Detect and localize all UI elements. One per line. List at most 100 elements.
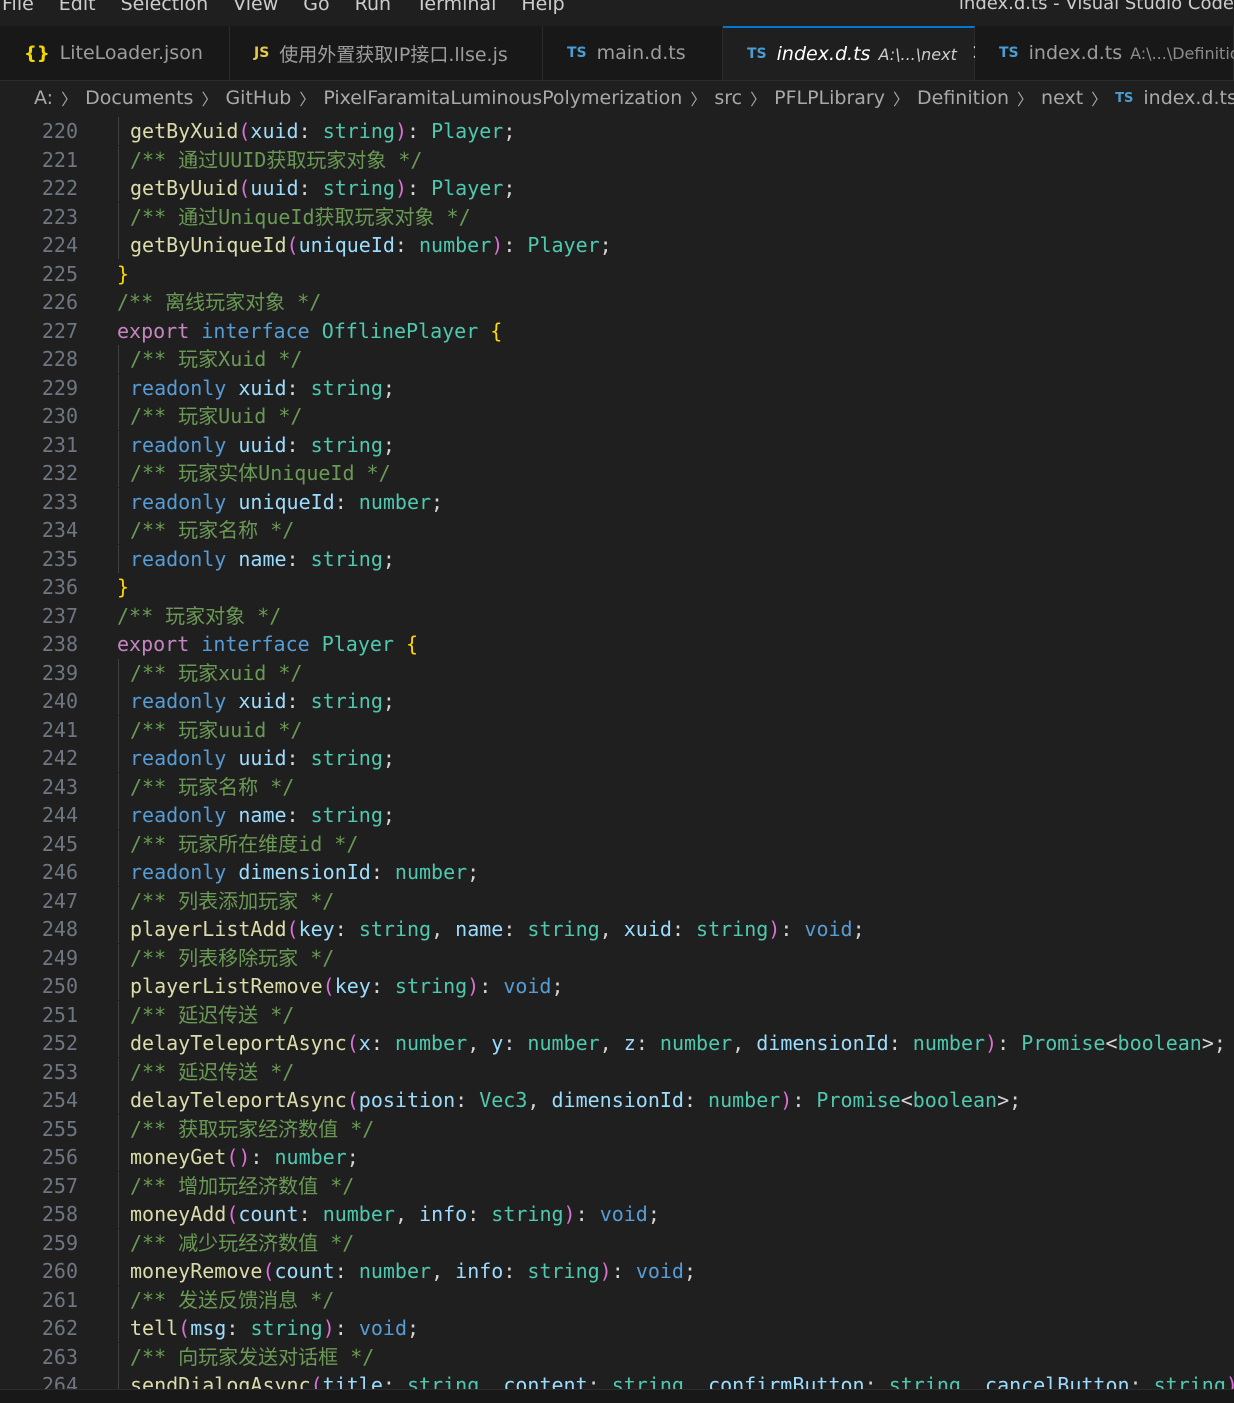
- code-token: ;: [503, 119, 516, 143]
- code-line: 240 readonly xuid: string;: [0, 687, 1234, 715]
- code-token: /** 延迟传送 */: [130, 1059, 295, 1084]
- code-token: ): [599, 1259, 612, 1283]
- code-token: ): [1226, 1373, 1234, 1389]
- tab-main-d-ts[interactable]: TS main.d.ts: [543, 26, 723, 80]
- code-token: number: [322, 1202, 395, 1226]
- chevron-right-icon: 〉: [61, 90, 78, 109]
- code-line: 228 /** 玩家Xuid */: [0, 345, 1234, 373]
- code-token: (: [238, 176, 251, 200]
- code-text: moneyAdd(count: number, info: string): v…: [130, 1200, 660, 1228]
- code-token: uuid: [238, 746, 287, 770]
- code-token: interface: [201, 318, 322, 343]
- code-line: 223 /** 通过UniqueId获取玩家对象 */: [0, 202, 1234, 231]
- line-number: 224: [41, 233, 78, 257]
- tab-index-d-ts[interactable]: TS index.d.ts A:\...\Definition: [975, 26, 1234, 80]
- code-token: count: [238, 1202, 299, 1226]
- code-token: string: [310, 432, 383, 457]
- code-token: ,: [479, 1373, 504, 1389]
- breadcrumb-item[interactable]: Documents: [85, 87, 193, 109]
- code-token: moneyAdd: [130, 1202, 227, 1226]
- line-number: 247: [41, 888, 78, 913]
- code-token: moneyGet: [130, 1145, 227, 1169]
- code-token: ;: [683, 1259, 697, 1283]
- line-number: 233: [41, 489, 78, 514]
- code-line: 257 /** 增加玩经济数值 */: [0, 1171, 1234, 1200]
- indent-guide: [118, 1200, 119, 1228]
- code-token: xuid: [238, 375, 287, 400]
- menu-item-file[interactable]: File: [2, 0, 47, 17]
- tab-index-d-ts[interactable]: TSindex.d.tsA:\...\next✕: [723, 26, 989, 80]
- line-number: 232: [41, 461, 78, 485]
- breadcrumb-item[interactable]: src: [714, 87, 742, 109]
- code-token: name: [238, 803, 287, 827]
- line-number: 264: [41, 1373, 78, 1389]
- indent-guide: [118, 829, 119, 858]
- code-editor[interactable]: 220 getByXuid(xuid: string): Player; 221/*…: [0, 117, 1234, 1389]
- menu-items: File Edit Selection View Go Run Terminal Help: [0, 0, 578, 17]
- line-number: 256: [41, 1145, 78, 1169]
- code-token: readonly: [130, 803, 239, 827]
- code-text: readonly xuid: string;: [130, 374, 395, 402]
- breadcrumb-item[interactable]: Definition: [917, 87, 1009, 109]
- line-number: 254: [41, 1088, 78, 1112]
- menu-item-run[interactable]: Run: [343, 0, 404, 17]
- code-text: /** 玩家实体UniqueId */: [130, 459, 391, 487]
- chevron-right-icon: 〉: [1017, 90, 1034, 109]
- code-token: readonly: [130, 375, 239, 400]
- code-token: <: [900, 1088, 913, 1112]
- tab-liteloader-json[interactable]: {} LiteLoader.json: [0, 26, 230, 80]
- breadcrumb-item[interactable]: next: [1041, 87, 1083, 109]
- code-token: number: [659, 1031, 733, 1055]
- line-number: 249: [41, 945, 78, 970]
- code-token: uuid: [238, 432, 287, 457]
- menu-item-go[interactable]: Go: [291, 0, 342, 17]
- line-number: 243: [41, 774, 78, 799]
- menu-item-help[interactable]: Help: [509, 0, 577, 17]
- code-text: /** 玩家Uuid */: [130, 402, 302, 430]
- menu-item-view[interactable]: View: [221, 0, 291, 17]
- code-text: /** 玩家Xuid */: [130, 345, 302, 373]
- code-token: Vec3: [479, 1088, 528, 1112]
- code-line: 255 /** 获取玩家经济数值 */: [0, 1114, 1234, 1143]
- code-line: 220 getByXuid(xuid: string): Player;: [0, 117, 1234, 145]
- code-token: :: [503, 1259, 528, 1283]
- breadcrumb-item[interactable]: A:: [34, 87, 53, 109]
- tab-label: index.d.ts: [1028, 42, 1123, 64]
- breadcrumb-item[interactable]: GitHub: [225, 87, 291, 109]
- code-token: Player: [431, 119, 504, 143]
- code-token: number: [394, 860, 468, 884]
- code-line: 262 tell(msg: string): void;: [0, 1314, 1234, 1342]
- indent-guide: [118, 516, 119, 544]
- chevron-right-icon: 〉: [690, 90, 707, 109]
- breadcrumb-item[interactable]: PixelFaramitaLuminousPolymerization: [323, 87, 682, 109]
- code-token: /** 玩家名称 */: [130, 518, 295, 542]
- chevron-right-icon: 〉: [750, 90, 767, 109]
- code-token: }: [117, 261, 130, 286]
- line-number: 225: [41, 261, 78, 286]
- code-token: playerListAdd: [130, 917, 287, 941]
- line-number: 229: [41, 375, 78, 400]
- code-token: title: [322, 1373, 383, 1389]
- code-token: dimensionId: [756, 1031, 889, 1055]
- code-token: {: [490, 318, 503, 343]
- code-token: ;: [382, 689, 395, 713]
- code-token: moneyRemove: [130, 1259, 263, 1283]
- menu-item-selection[interactable]: Selection: [109, 0, 222, 17]
- indent-guide: [118, 487, 119, 516]
- code-token: number: [527, 1031, 600, 1055]
- line-number: 239: [41, 660, 78, 685]
- code-token: ;: [407, 1316, 420, 1340]
- breadcrumb-item[interactable]: index.d.ts: [1143, 87, 1234, 109]
- menu-item-terminal[interactable]: Terminal: [404, 0, 509, 17]
- chevron-right-icon: 〉: [201, 90, 218, 109]
- code-token: uniqueId: [238, 489, 335, 514]
- code-token: delayTeleportAsync: [130, 1088, 347, 1112]
- code-token: :: [370, 974, 395, 998]
- code-token: :: [587, 1373, 612, 1389]
- indent-guide: [118, 459, 119, 487]
- breadcrumb-item[interactable]: PFLPLibrary: [774, 87, 885, 109]
- menu-item-edit[interactable]: Edit: [47, 0, 109, 17]
- tab--ip-llse-js[interactable]: JS 使用外置获取IP接口.llse.js: [230, 26, 543, 80]
- ts-file-icon: TS: [1115, 90, 1134, 106]
- code-token: ,: [431, 917, 456, 941]
